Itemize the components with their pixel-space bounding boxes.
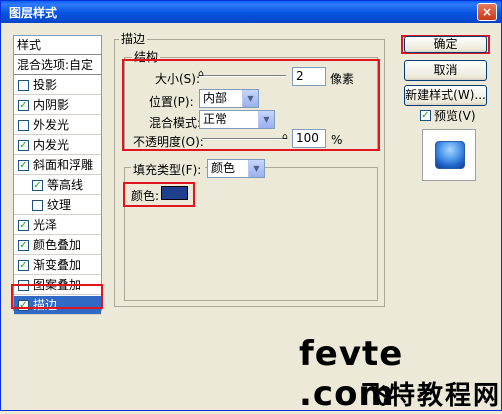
ok-button[interactable]: 确定 (404, 36, 487, 53)
size-input[interactable]: 2 (292, 67, 326, 86)
style-item-label: 渐变叠加 (33, 258, 82, 272)
style-item-checkbox[interactable] (32, 200, 43, 211)
style-item-0[interactable]: 投影 (14, 76, 101, 95)
layer-style-dialog: 图层样式 × 样式 混合选项:自定 投影 ✓ 内阴影外发光 ✓ 内发光 ✓ 斜面和浮雕 ✓ 等高… (0, 0, 502, 414)
style-item-checkbox[interactable] (18, 120, 29, 131)
fill-type-value: 颜色 (211, 161, 236, 175)
style-item-5[interactable]: ✓ 等高线 (14, 176, 101, 195)
stroke-item-highlight (11, 284, 103, 309)
opacity-label: 不透明度(O): (133, 135, 204, 149)
style-item-checkbox[interactable]: ✓ (18, 140, 29, 151)
title-bar[interactable]: 图层样式 × (1, 1, 501, 23)
opacity-slider-track[interactable] (202, 138, 286, 140)
dialog-title: 图层样式 (9, 6, 58, 20)
style-list: 样式 混合选项:自定 投影 ✓ 内阴影 外发光 ✓ 内发光 ✓ 斜面和浮雕 ✓ 等高线 纹理 ✓ 光泽 ✓… (13, 35, 102, 315)
style-preview (422, 129, 476, 181)
style-item-label: 纹理 (47, 198, 72, 212)
chevron-down-icon: ▼ (248, 160, 264, 177)
color-label: 颜色: (131, 189, 160, 203)
watermark-name: 飞特教程网 (361, 381, 502, 411)
fill-type-select[interactable]: 颜色 ▼ (207, 159, 265, 178)
style-item-1[interactable]: ✓ 内阴影 (14, 96, 101, 115)
color-swatch[interactable] (161, 186, 188, 200)
new-style-button[interactable]: 新建样式(W)... (404, 85, 487, 106)
style-item-checkbox[interactable]: ✓ (18, 240, 29, 251)
blend-mode-label: 混合模式: (149, 116, 202, 130)
preview-checkbox[interactable]: ✓ (420, 110, 431, 121)
position-label: 位置(P): (149, 95, 194, 109)
style-item-9[interactable]: ✓ 渐变叠加 (14, 256, 101, 275)
style-item-checkbox[interactable]: ✓ (18, 160, 29, 171)
style-item-label: 外发光 (33, 118, 70, 132)
size-unit: 像素 (330, 72, 355, 86)
cancel-button[interactable]: 取消 (404, 60, 487, 81)
style-item-8[interactable]: ✓ 颜色叠加 (14, 236, 101, 255)
style-item-4[interactable]: ✓ 斜面和浮雕 (14, 156, 101, 175)
chevron-down-icon: ▼ (258, 111, 274, 128)
opacity-input[interactable]: 100 (292, 129, 326, 148)
opacity-slider-thumb[interactable]: ⌂ (282, 132, 290, 142)
blend-mode-select[interactable]: 正常 ▼ (199, 110, 275, 129)
style-item-label: 光泽 (33, 218, 58, 232)
styles-header[interactable]: 样式 (14, 36, 101, 55)
style-item-checkbox[interactable]: ✓ (18, 220, 29, 231)
style-item-label: 等高线 (47, 178, 84, 192)
size-label: 大小(S): (155, 72, 201, 86)
fill-type-label: 填充类型(F): (131, 161, 206, 178)
style-item-checkbox[interactable]: ✓ (32, 180, 43, 191)
style-item-label: 颜色叠加 (33, 238, 82, 252)
style-item-label: 投影 (33, 78, 58, 92)
style-item-6[interactable]: 纹理 (14, 196, 101, 215)
style-item-label: 斜面和浮雕 (33, 158, 94, 172)
preview-label: 预览(V) (434, 109, 476, 123)
style-item-3[interactable]: ✓ 内发光 (14, 136, 101, 155)
position-select[interactable]: 内部 ▼ (199, 89, 259, 108)
close-button[interactable]: × (477, 3, 497, 21)
opacity-unit: % (331, 133, 343, 147)
blend-options-item[interactable]: 混合选项:自定 (14, 56, 101, 75)
style-item-7[interactable]: ✓ 光泽 (14, 216, 101, 235)
style-item-2[interactable]: 外发光 (14, 116, 101, 135)
size-slider-track[interactable] (202, 75, 286, 77)
position-value: 内部 (203, 91, 228, 105)
style-item-checkbox[interactable]: ✓ (18, 100, 29, 111)
style-item-checkbox[interactable]: ✓ (18, 260, 29, 271)
chevron-down-icon: ▼ (242, 90, 258, 107)
preview-thumbnail (435, 141, 465, 169)
blend-mode-value: 正常 (203, 112, 228, 126)
style-item-label: 内阴影 (33, 98, 70, 112)
stroke-group-title: 描边 (119, 30, 148, 47)
style-item-checkbox[interactable] (18, 80, 29, 91)
size-slider-thumb[interactable]: ⌂ (198, 69, 206, 79)
style-item-label: 内发光 (33, 138, 70, 152)
